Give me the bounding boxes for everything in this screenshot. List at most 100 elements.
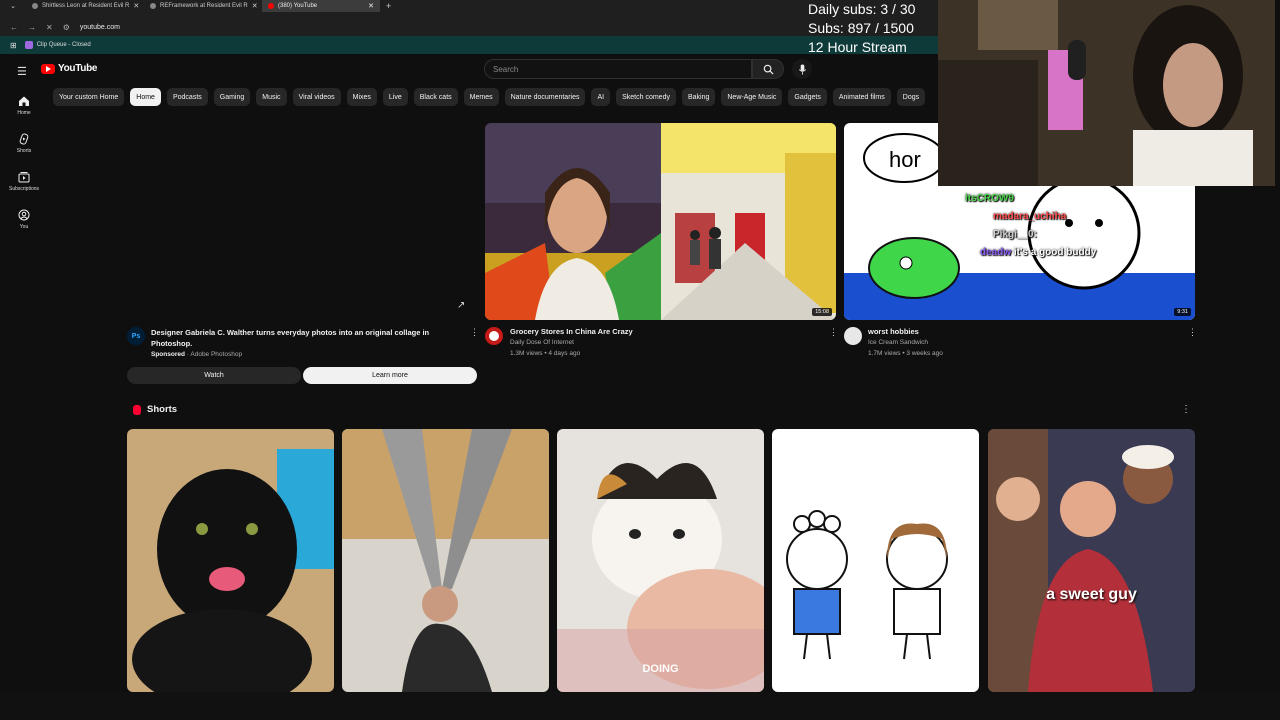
url-field[interactable]: youtube.com [80,24,120,31]
tab-close-icon[interactable]: ✕ [133,2,139,10]
sidebar-label: Home [17,109,31,116]
sidebar-label: You [19,223,29,230]
chip[interactable]: Gaming [213,88,251,106]
thumbnail-text: hor [889,147,921,172]
short-thumbnail [127,429,334,692]
channel-name[interactable]: Daily Dose Of Internet [510,339,574,346]
shorts-logo-icon [133,404,141,415]
short-caption: a sweet guy [1046,586,1137,603]
channel-avatar[interactable] [485,327,503,345]
shorts-title: Shorts [147,404,178,415]
site-info-icon[interactable]: ⚙ [63,23,70,32]
chat-username: itsCROW9 [965,193,1014,204]
chip[interactable]: Animated films [832,88,891,106]
bookmark-clip-queue[interactable]: Clip Queue - Closed [37,42,91,48]
chip[interactable]: Music [256,88,287,106]
learn-more-button[interactable]: Learn more [303,367,477,384]
shorts-section-header: Shorts [133,404,177,415]
reload-icon[interactable]: ✕ [46,23,53,32]
search-button[interactable] [752,59,784,79]
tab-close-icon[interactable]: ✕ [252,2,258,10]
bookmark-icon [24,41,33,49]
tab-title: REFramework at Resident Evil R [160,3,248,9]
advertiser-avatar[interactable]: Ps [127,327,145,345]
ad-video-area[interactable] [127,123,477,320]
tab-search-icon[interactable]: ⌄ [0,2,26,10]
short-card[interactable] [772,429,979,692]
shorts-icon [19,132,29,145]
chip[interactable]: Your custom Home [53,88,125,106]
back-icon[interactable]: ← [10,23,18,32]
chip[interactable]: Podcasts [166,88,208,106]
search-placeholder: Search [493,64,519,74]
short-thumbnail [342,429,549,692]
webcam-overlay [938,0,1275,186]
chat-text: it's a good buddy [1013,247,1097,258]
video-meta: 1.3M views • 4 days ago [510,350,581,357]
home-icon [19,96,29,106]
voice-search-button[interactable] [792,59,812,79]
sidebar-item-shorts[interactable]: Shorts [0,124,48,162]
chip[interactable]: Live [382,88,408,106]
chip[interactable]: New-Age Music [721,88,783,106]
chip[interactable]: Gadgets [788,88,827,106]
channel-avatar[interactable] [844,327,862,345]
short-card[interactable] [127,429,334,692]
chip[interactable]: Memes [463,88,499,106]
subs-counter: Subs: 897 / 1500 [808,20,914,36]
sidebar-item-subscriptions[interactable]: Subscriptions [0,162,48,200]
apps-grid-icon[interactable]: ⊞ [10,41,17,50]
chat-username: madara_uchiha [993,211,1067,222]
watch-button[interactable]: Watch [127,367,301,384]
search-input[interactable]: Search [484,59,752,79]
channel-name[interactable]: Ice Cream Sandwich [868,339,928,346]
more-options-icon[interactable]: ⋮ [829,327,838,338]
chip[interactable]: Viral videos [292,88,341,106]
video-duration: 9:31 [1174,308,1191,316]
browser-tab[interactable]: REFramework at Resident Evil R ✕ [144,0,262,12]
short-card[interactable]: a sweet guy [988,429,1195,692]
sidebar-label: Subscriptions [8,185,39,192]
browser-tab[interactable]: Shirtless Leon at Resident Evil R ✕ [26,0,144,12]
new-tab-icon[interactable]: + [380,1,397,11]
chip[interactable]: Dogs [896,88,926,106]
tab-favicon-icon [150,3,156,9]
expand-icon[interactable]: ↗ [457,300,465,311]
youtube-logo[interactable]: YouTube [41,63,98,74]
video-thumbnail[interactable]: 15:08 [485,123,836,320]
more-options-icon[interactable]: ⋮ [470,327,479,338]
tab-title: (380) YouTube [278,3,318,9]
short-thumbnail [557,429,764,692]
forward-icon[interactable]: → [28,23,36,32]
more-options-icon[interactable]: ⋮ [1181,404,1191,415]
search-icon [763,64,774,75]
chip-active[interactable]: Home [130,88,161,106]
bottom-bar [0,692,1280,720]
daily-subs-counter: Daily subs: 3 / 30 [808,1,916,17]
video-title[interactable]: Grocery Stores In China Are Crazy [510,327,633,336]
chip[interactable]: AI [591,88,611,106]
sidebar: Home Shorts Subscriptions You [0,86,48,238]
menu-icon[interactable]: ☰ [17,65,27,78]
short-card[interactable] [342,429,549,692]
chip[interactable]: Baking [681,88,716,106]
chat-message: itsCROW9 [965,190,1275,208]
tab-close-icon[interactable]: ✕ [368,2,374,10]
video-title[interactable]: worst hobbies [868,327,919,336]
sidebar-item-home[interactable]: Home [0,86,48,124]
chip[interactable]: Black cats [413,88,458,106]
browser-tab-active[interactable]: (380) YouTube ✕ [262,0,380,12]
short-card[interactable]: DOING [557,429,764,692]
sidebar-label: Shorts [16,147,32,154]
chip[interactable]: Sketch comedy [616,88,676,106]
chat-message: Pikgi__0: [993,226,1275,244]
ad-title[interactable]: Designer Gabriela C. Walther turns every… [151,327,451,349]
chip[interactable]: Mixes [346,88,377,106]
sidebar-item-you[interactable]: You [0,200,48,238]
video-meta: 1.7M views • 3 weeks ago [868,350,943,357]
thumbnail-image [485,123,836,320]
advertiser-name: Adobe Photoshop [190,351,243,358]
filter-chips: Your custom Home Home Podcasts Gaming Mu… [53,88,938,106]
chip[interactable]: Nature documentaries [504,88,586,106]
youtube-wordmark: YouTube [58,63,98,74]
